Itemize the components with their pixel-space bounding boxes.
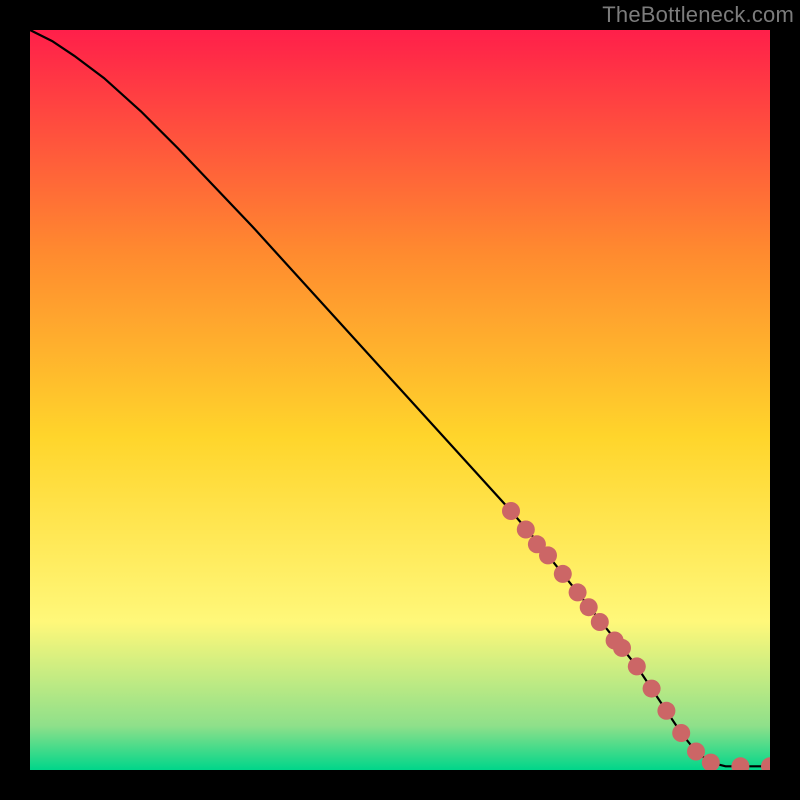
marker-point bbox=[643, 680, 661, 698]
marker-point bbox=[517, 521, 535, 539]
marker-point bbox=[502, 502, 520, 520]
marker-point bbox=[687, 743, 705, 761]
marker-point bbox=[569, 583, 587, 601]
marker-point bbox=[657, 702, 675, 720]
chart-svg bbox=[30, 30, 770, 770]
marker-point bbox=[580, 598, 598, 616]
watermark-text: TheBottleneck.com bbox=[602, 2, 794, 28]
marker-point bbox=[591, 613, 609, 631]
marker-point bbox=[554, 565, 572, 583]
marker-point bbox=[613, 639, 631, 657]
figure-root: TheBottleneck.com bbox=[0, 0, 800, 800]
marker-point bbox=[628, 657, 646, 675]
plot-area bbox=[30, 30, 770, 770]
gradient-background bbox=[30, 30, 770, 770]
marker-point bbox=[672, 724, 690, 742]
marker-point bbox=[539, 546, 557, 564]
